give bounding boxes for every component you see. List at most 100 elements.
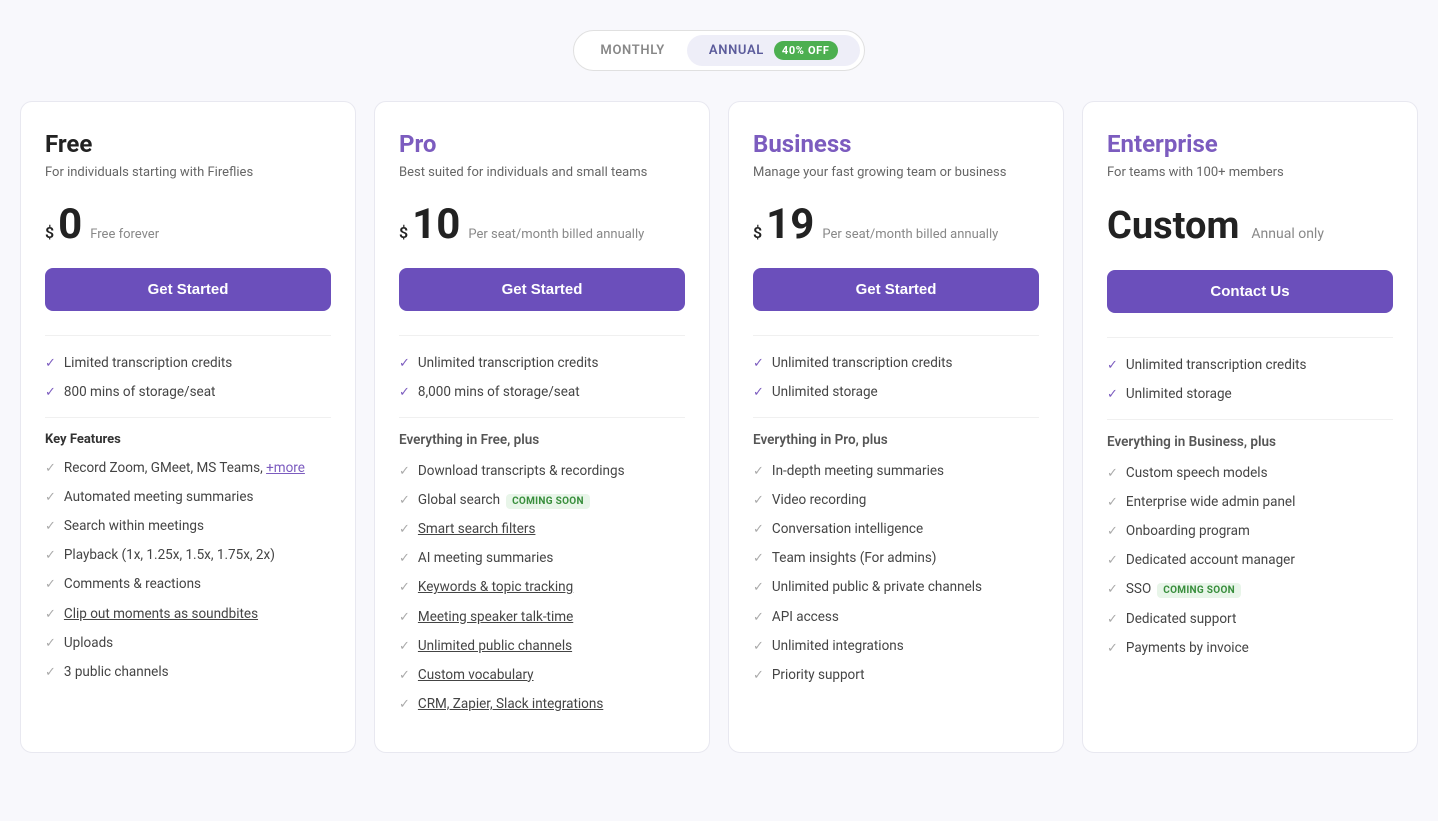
extra-feature: ✓ In-depth meeting summaries	[753, 462, 1039, 481]
check-icon: ✓	[399, 463, 410, 481]
basic-features-free: ✓ Limited transcription credits ✓ 800 mi…	[45, 335, 331, 402]
divider	[1107, 419, 1393, 420]
basic-features-enterprise: ✓ Unlimited transcription credits ✓ Unli…	[1107, 337, 1393, 404]
extra-feature: ✓ Keywords & topic tracking	[399, 578, 685, 597]
key-features-label: Key Features	[45, 432, 331, 447]
plan-card-pro: Pro Best suited for individuals and small…	[374, 101, 710, 753]
extra-feature: ✓ Global searchCOMING SOON	[399, 491, 685, 510]
cta-button-business[interactable]: Get Started	[753, 268, 1039, 311]
check-icon: ✓	[399, 609, 410, 627]
plan-price-enterprise: Custom Annual only	[1107, 204, 1393, 248]
plan-price-free: $ 0 Free forever	[45, 204, 331, 246]
plan-name-pro: Pro	[399, 130, 685, 158]
plan-desc-business: Manage your fast growing team or busines…	[753, 164, 1039, 182]
check-icon: ✓	[45, 664, 56, 682]
key-feature: ✓ Uploads	[45, 634, 331, 653]
check-icon: ✓	[753, 463, 764, 481]
key-feature: ✓ Automated meeting summaries	[45, 488, 331, 507]
everything-plus-pro: Everything in Free, plus	[399, 432, 685, 448]
extra-feature: ✓ Dedicated support	[1107, 610, 1393, 629]
plans-grid: FreeFor individuals starting with Firefl…	[20, 101, 1418, 753]
check-icon: ✓	[1107, 640, 1118, 658]
basic-feature: ✓ Unlimited transcription credits	[399, 354, 685, 373]
billing-toggle: MONTHLY ANNUAL 40% OFF	[20, 30, 1418, 71]
extra-feature: ✓ Custom vocabulary	[399, 666, 685, 685]
check-icon: ✓	[753, 521, 764, 539]
check-icon: ✓	[1107, 386, 1118, 404]
cta-button-pro[interactable]: Get Started	[399, 268, 685, 311]
basic-features-business: ✓ Unlimited transcription credits ✓ Unli…	[753, 335, 1039, 402]
extra-feature: ✓ Enterprise wide admin panel	[1107, 493, 1393, 512]
check-icon: ✓	[399, 638, 410, 656]
cta-button-enterprise[interactable]: Contact Us	[1107, 270, 1393, 313]
more-link[interactable]: +more	[266, 460, 305, 476]
extra-feature: ✓ Dedicated account manager	[1107, 551, 1393, 570]
extra-feature: ✓ Onboarding program	[1107, 522, 1393, 541]
check-icon: ✓	[45, 355, 56, 373]
check-icon: ✓	[45, 606, 56, 624]
plan-name-free: Free	[45, 130, 331, 158]
check-icon: ✓	[45, 460, 56, 478]
divider	[399, 417, 685, 418]
check-icon: ✓	[399, 667, 410, 685]
divider	[45, 417, 331, 418]
key-feature: ✓ Playback (1x, 1.25x, 1.5x, 1.75x, 2x)	[45, 546, 331, 565]
extra-feature: ✓ Custom speech models	[1107, 464, 1393, 483]
extra-feature: ✓ AI meeting summaries	[399, 549, 685, 568]
check-icon: ✓	[753, 550, 764, 568]
basic-feature: ✓ Limited transcription credits	[45, 354, 331, 373]
extra-feature: ✓ Unlimited integrations	[753, 637, 1039, 656]
check-icon: ✓	[1107, 552, 1118, 570]
everything-plus-business: Everything in Pro, plus	[753, 432, 1039, 448]
plan-price-pro: $ 10 Per seat/month billed annually	[399, 204, 685, 246]
extra-feature: ✓ Smart search filters	[399, 520, 685, 539]
everything-plus-enterprise: Everything in Business, plus	[1107, 434, 1393, 450]
extra-feature: ✓ CRM, Zapier, Slack integrations	[399, 695, 685, 714]
check-icon: ✓	[1107, 611, 1118, 629]
check-icon: ✓	[1107, 581, 1118, 599]
coming-soon-badge: COMING SOON	[506, 494, 590, 509]
basic-feature: ✓ 8,000 mins of storage/seat	[399, 383, 685, 402]
check-icon: ✓	[45, 518, 56, 536]
plan-card-free: FreeFor individuals starting with Firefl…	[20, 101, 356, 753]
check-icon: ✓	[753, 667, 764, 685]
cta-button-free[interactable]: Get Started	[45, 268, 331, 311]
check-icon: ✓	[1107, 357, 1118, 375]
check-icon: ✓	[45, 576, 56, 594]
annual-toggle[interactable]: ANNUAL 40% OFF	[687, 35, 860, 66]
basic-feature: ✓ Unlimited storage	[1107, 385, 1393, 404]
plan-price-business: $ 19 Per seat/month billed annually	[753, 204, 1039, 246]
extra-feature: ✓ Conversation intelligence	[753, 520, 1039, 539]
extra-feature: ✓ Priority support	[753, 666, 1039, 685]
check-icon: ✓	[45, 384, 56, 402]
plan-desc-pro: Best suited for individuals and small te…	[399, 164, 685, 182]
extra-feature: ✓ Meeting speaker talk-time	[399, 608, 685, 627]
plan-desc-enterprise: For teams with 100+ members	[1107, 164, 1393, 182]
divider	[753, 417, 1039, 418]
check-icon: ✓	[753, 638, 764, 656]
check-icon: ✓	[45, 635, 56, 653]
plan-card-enterprise: EnterpriseFor teams with 100+ members Cu…	[1082, 101, 1418, 753]
check-icon: ✓	[45, 489, 56, 507]
plan-card-business: BusinessManage your fast growing team or…	[728, 101, 1064, 753]
basic-feature: ✓ Unlimited storage	[753, 383, 1039, 402]
basic-feature: ✓ Unlimited transcription credits	[753, 354, 1039, 373]
check-icon: ✓	[753, 355, 764, 373]
key-feature: ✓ Clip out moments as soundbites	[45, 605, 331, 624]
monthly-toggle[interactable]: MONTHLY	[578, 35, 686, 66]
basic-feature: ✓ 800 mins of storage/seat	[45, 383, 331, 402]
key-feature: ✓ Comments & reactions	[45, 575, 331, 594]
extra-feature: ✓ Video recording	[753, 491, 1039, 510]
key-feature: ✓ 3 public channels	[45, 663, 331, 682]
check-icon: ✓	[45, 547, 56, 565]
key-feature: ✓ Record Zoom, GMeet, MS Teams, +more	[45, 459, 331, 478]
check-icon: ✓	[399, 384, 410, 402]
check-icon: ✓	[1107, 494, 1118, 512]
check-icon: ✓	[399, 492, 410, 510]
check-icon: ✓	[399, 550, 410, 568]
check-icon: ✓	[399, 696, 410, 714]
check-icon: ✓	[399, 355, 410, 373]
check-icon: ✓	[1107, 523, 1118, 541]
discount-badge: 40% OFF	[774, 41, 838, 60]
check-icon: ✓	[753, 384, 764, 402]
